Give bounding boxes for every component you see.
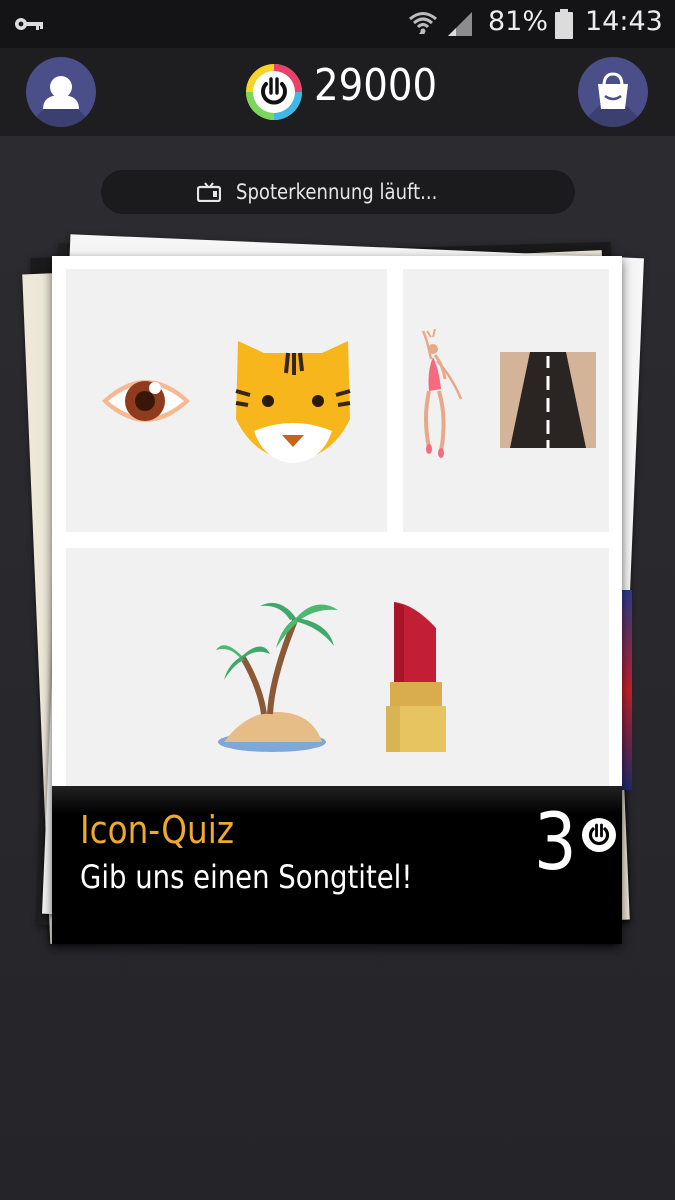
coin-power-icon (246, 64, 302, 120)
coin-count: 29000 (314, 60, 438, 111)
recognition-status-text: Spoterkennung läuft... (236, 180, 438, 204)
lipstick-icon (386, 602, 446, 752)
tv-icon (197, 182, 221, 202)
clock-time: 14:43 (585, 6, 663, 37)
signal-icon (448, 12, 472, 36)
battery-icon (555, 9, 573, 39)
top-bar: 29000 (0, 48, 675, 136)
shop-button[interactable] (578, 57, 648, 127)
road-icon (500, 352, 596, 448)
quiz-cost: 3 (534, 798, 577, 888)
puzzle-panel-2 (403, 269, 609, 532)
palm-island-icon (216, 602, 338, 752)
tiger-icon (235, 341, 351, 463)
dancer-icon (421, 329, 463, 458)
quiz-card[interactable]: Icon-Quiz Gib uns einen Songtitel! 3 (52, 256, 622, 944)
eye-icon (102, 380, 190, 422)
puzzle-panel-1 (66, 269, 387, 532)
profile-icon (43, 76, 79, 109)
profile-button[interactable] (26, 57, 96, 127)
quiz-card-footer: Icon-Quiz Gib uns einen Songtitel! 3 (52, 786, 622, 944)
wifi-icon (409, 12, 437, 34)
quiz-title: Icon-Quiz (80, 808, 234, 852)
screen: 81% 14:43 29000 Spoterkennung läuft... I… (0, 0, 675, 1200)
shopping-bag-icon (598, 72, 628, 109)
quiz-subtitle: Gib uns einen Songtitel! (80, 858, 413, 896)
key-icon (15, 18, 43, 30)
puzzle-panel-3 (66, 548, 609, 793)
battery-percent: 81% (488, 6, 549, 37)
power-coin-icon (582, 818, 616, 852)
recognition-status: Spoterkennung läuft... (101, 170, 575, 214)
status-bar: 81% 14:43 (0, 0, 675, 48)
